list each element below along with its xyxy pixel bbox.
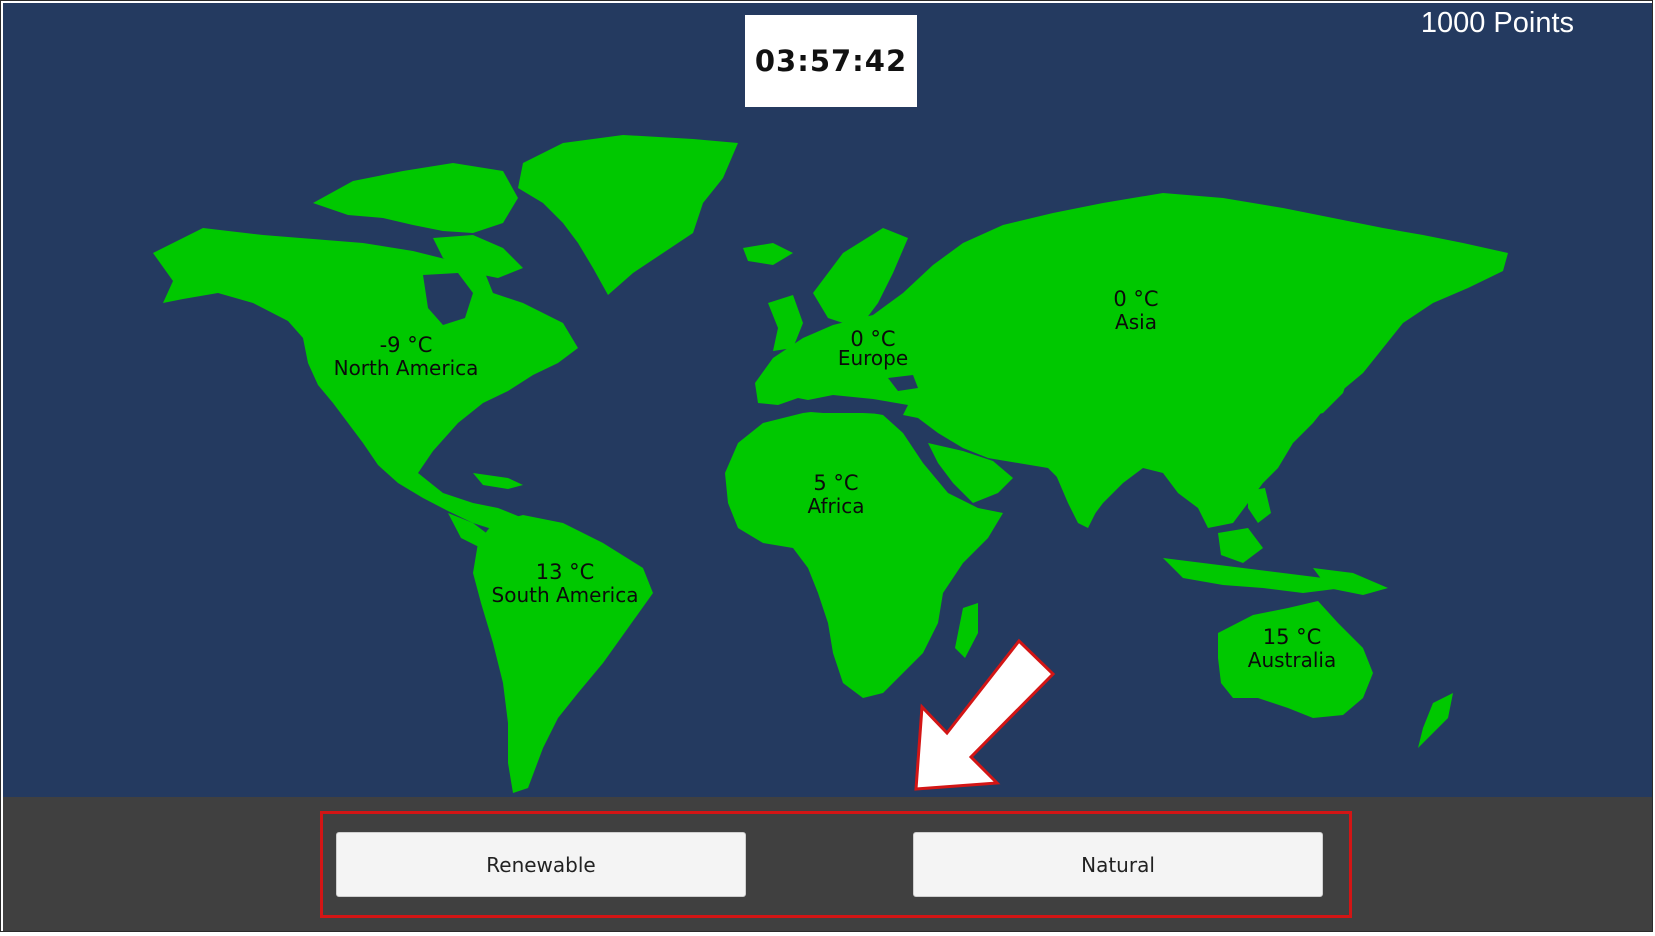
philippines-shape [1248, 488, 1271, 523]
region-australia[interactable]: 15 °C Australia [1248, 625, 1336, 672]
indonesia-shape [1163, 558, 1343, 593]
region-name: South America [491, 583, 639, 608]
papua-shape [1313, 568, 1388, 595]
region-name: North America [333, 356, 479, 381]
region-africa[interactable]: 5 °C Africa [807, 471, 864, 518]
region-south-america[interactable]: 13 °C South America [492, 560, 639, 607]
region-name: Europe [837, 346, 909, 371]
region-temperature: 5 °C [813, 471, 859, 495]
natural-button[interactable]: Natural [913, 832, 1323, 897]
greenland-shape [518, 135, 738, 295]
south-america-shape [473, 515, 653, 793]
region-name: Australia [1247, 648, 1337, 673]
region-asia[interactable]: 0 °C Asia [1113, 287, 1158, 334]
region-europe[interactable]: 0 °C Europe [838, 327, 908, 370]
region-temperature: 0 °C [1113, 287, 1159, 311]
region-temperature: 15 °C [1262, 625, 1322, 649]
new-zealand-shape [1418, 693, 1453, 748]
countdown-timer: 03:57:42 [745, 15, 917, 107]
region-north-america[interactable]: -9 °C North America [334, 333, 479, 380]
points-counter: 1000 Points [1420, 7, 1574, 39]
game-window: -9 °C North America 13 °C South America … [0, 0, 1653, 932]
world-map-graphic [153, 135, 1508, 793]
region-temperature: -9 °C [379, 333, 433, 357]
arctic-islands-shape [313, 163, 518, 233]
region-temperature: 13 °C [535, 560, 595, 584]
world-map: -9 °C North America 13 °C South America … [3, 3, 1652, 797]
renewable-button[interactable]: Renewable [336, 832, 746, 897]
region-name: Africa [807, 494, 865, 519]
borneo-shape [1218, 528, 1263, 563]
region-name: Asia [1115, 310, 1157, 335]
caribbean-shape [473, 473, 523, 489]
iceland-shape [743, 243, 793, 265]
pointer-arrow-icon [914, 638, 1056, 791]
